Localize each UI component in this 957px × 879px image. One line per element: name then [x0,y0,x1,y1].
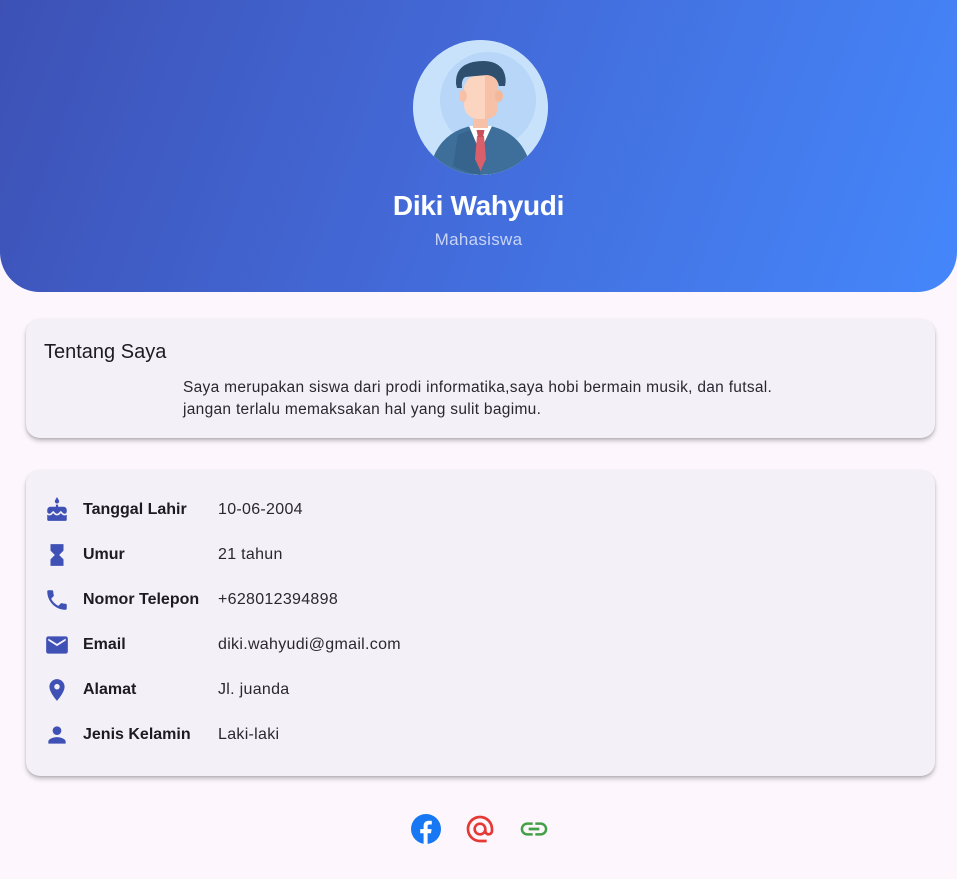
info-value: Laki-laki [218,726,280,743]
info-row-age: Umur 21 tahun [26,540,935,570]
info-label: Umur [83,546,125,563]
info-label: Tanggal Lahir [83,501,187,518]
person-icon [48,726,66,744]
link-icon[interactable] [518,813,550,845]
info-label: Alamat [83,681,137,698]
info-value: 10-06-2004 [218,501,303,518]
info-value: diki.wahyudi@gmail.com [218,636,401,653]
avatar [413,40,548,175]
info-label: Email [83,636,126,653]
phone-icon [47,590,67,610]
info-value: 21 tahun [218,546,283,563]
at-sign-icon[interactable] [464,813,496,845]
info-row-gender: Jenis Kelamin Laki-laki [26,720,935,750]
about-card: Tentang Saya Saya merupakan siswa dari p… [26,319,935,438]
info-row-address: Alamat Jl. juanda [26,675,935,705]
about-title: Tentang Saya [44,341,167,363]
info-value: Jl. juanda [218,681,290,698]
info-label: Nomor Telepon [83,591,200,608]
profile-header: Diki Wahyudi Mahasiswa [0,0,957,292]
hourglass-icon [50,544,64,566]
info-row-email: Email diki.wahyudi@gmail.com [26,630,935,660]
profile-role: Mahasiswa [434,230,523,249]
cake-icon [47,497,67,521]
info-row-birthdate: Tanggal Lahir 10-06-2004 [26,495,935,525]
info-value: +628012394898 [218,591,339,608]
profile-name: Diki Wahyudi [392,190,565,221]
location-pin-icon [49,679,65,701]
info-card: Tanggal Lahir 10-06-2004 Umur 21 tahun N… [26,470,935,776]
about-text: Saya merupakan siswa dari prodi informat… [183,379,773,418]
email-icon [46,636,68,654]
businessman-avatar-icon [413,40,548,175]
info-label: Jenis Kelamin [83,726,191,743]
info-row-phone: Nomor Telepon +628012394898 [26,585,935,615]
facebook-icon[interactable] [410,813,442,845]
